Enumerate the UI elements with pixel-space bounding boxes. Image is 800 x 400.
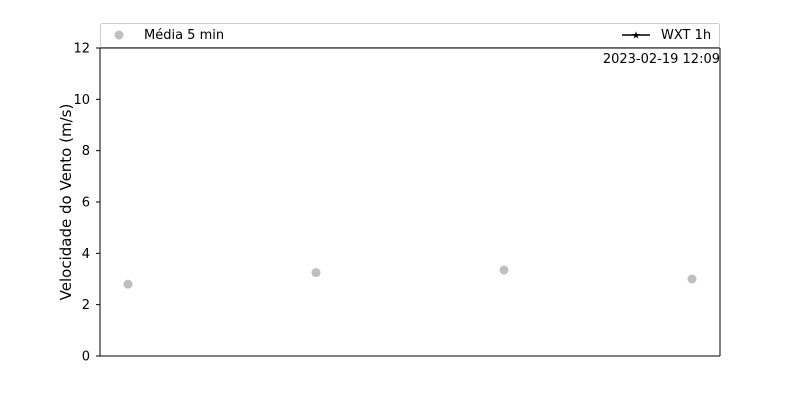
data-point-media-5-min (687, 274, 697, 284)
y-tick-label: 0 (82, 350, 90, 365)
y-tick-label: 8 (82, 144, 90, 159)
y-tick-label: 12 (73, 42, 90, 57)
data-point-media-5-min (123, 279, 133, 289)
y-tick-label: 2 (82, 298, 90, 313)
y-ticks: 0 2 4 6 8 10 12 (73, 42, 100, 365)
data-point-media-5-min (499, 265, 509, 275)
data-point-media-5-min (311, 268, 321, 278)
y-tick-label: 10 (73, 93, 90, 108)
legend-label-media-5-min: Média 5 min (144, 28, 224, 43)
legend-marker-media-5-min (114, 30, 124, 40)
wind-speed-chart: Média 5 min ★ WXT 1h 2023-02-19 12:09 Ve… (57, 23, 721, 365)
legend-label-wxt-1h: WXT 1h (661, 28, 711, 43)
y-tick-label: 6 (82, 196, 90, 211)
timestamp-label: 2023-02-19 12:09 (603, 52, 720, 67)
legend-star-wxt-1h: ★ (632, 31, 641, 42)
y-tick-label: 4 (82, 247, 90, 262)
data-points (123, 265, 697, 289)
y-axis-label: Velocidade do Vento (m/s) (57, 104, 75, 301)
